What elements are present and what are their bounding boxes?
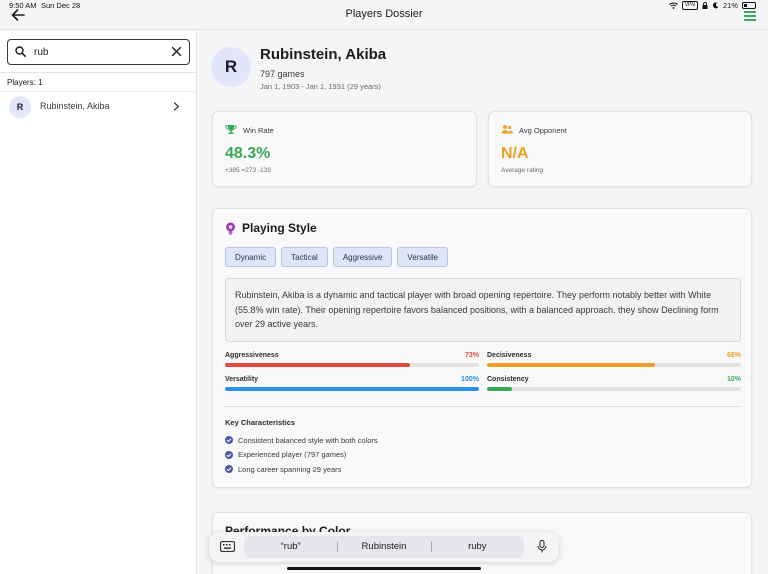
metric-track [487, 387, 741, 391]
status-bar: 9:50 AM Sun Dec 28 VPN 21% [0, 0, 768, 12]
metric-track [225, 363, 479, 367]
avg-opponent-sub: Average rating [501, 167, 544, 174]
sidebar-divider [0, 72, 196, 73]
home-indicator [287, 567, 481, 570]
keyboard-icon[interactable] [220, 541, 235, 552]
player-name-heading: Rubinstein, Akiba [260, 46, 387, 63]
player-detail: R Rubinstein, Akiba 797 games Jan 1, 190… [198, 31, 768, 574]
style-tag[interactable]: Aggressive [332, 247, 393, 267]
win-rate-card: Win Rate 48.3% +385 =273 -139 [212, 111, 477, 187]
avatar: R [211, 47, 251, 87]
check-circle-icon [225, 450, 233, 459]
characteristic-text: Experienced player (797 games) [238, 450, 347, 460]
characteristic-text: Consistent balanced style with both colo… [238, 435, 378, 445]
metric-fill [487, 363, 655, 367]
avg-opponent-card: Avg Opponent N/A Average rating [488, 111, 752, 187]
metric-value: 73% [464, 352, 479, 359]
sidebar: Players: 1 R Rubinstein, Akiba [0, 31, 197, 574]
check-circle-icon [225, 465, 233, 474]
avatar: R [9, 96, 31, 118]
suggestion-group: “rub” Rubinstein ruby [244, 536, 524, 558]
style-tag[interactable]: Versatile [397, 247, 449, 267]
win-record: +385 =273 -139 [225, 167, 271, 174]
metric-consistency: Consistency 10% [487, 376, 741, 396]
player-list-item[interactable]: R Rubinstein, Akiba [0, 95, 196, 119]
avg-opponent-value: N/A [501, 145, 529, 162]
style-tags: Dynamic Tactical Aggressive Versatile [225, 247, 449, 267]
clear-icon[interactable] [171, 46, 182, 57]
check-circle-icon [225, 436, 233, 445]
metric-label: Aggressiveness [225, 352, 279, 359]
people-icon [501, 125, 513, 134]
wifi-icon [668, 2, 678, 9]
metric-label: Decisiveness [487, 352, 532, 359]
win-rate-value: 48.3% [225, 145, 271, 162]
chevron-right-icon [173, 102, 180, 111]
metric-fill [487, 387, 513, 391]
career-dates: Jan 1, 1903 - Jan 1, 1931 (29 years) [260, 82, 381, 91]
vpn-badge: VPN [681, 1, 698, 10]
key-characteristics-title: Key Characteristics [225, 418, 296, 427]
metric-label: Consistency [487, 376, 529, 383]
suggestion-item[interactable]: ruby [430, 536, 524, 558]
status-time: 9:50 AM [9, 1, 37, 10]
list-item: Long career spanning 29 years [225, 462, 378, 477]
key-characteristics-list: Consistent balanced style with both colo… [225, 433, 378, 477]
suggestion-item[interactable]: “rub” [244, 536, 337, 558]
avg-opponent-label: Avg Opponent [519, 126, 567, 135]
microphone-icon[interactable] [537, 540, 547, 553]
metric-label: Versatility [225, 376, 259, 383]
metric-versatility: Versatility 100% [225, 376, 479, 396]
player-name: Rubinstein, Akiba [40, 101, 110, 111]
metric-aggressiveness: Aggressiveness 73% [225, 352, 479, 372]
characteristic-text: Long career spanning 29 years [238, 464, 342, 474]
keyboard-suggestion-bar: “rub” Rubinstein ruby [209, 532, 559, 562]
trophy-icon [225, 125, 237, 134]
playing-style-card: Playing Style Dynamic Tactical Aggressiv… [212, 208, 752, 488]
metric-track [225, 387, 479, 391]
battery-percent: 21% [722, 1, 738, 10]
sidebar-divider [0, 91, 196, 92]
list-menu-icon[interactable] [744, 11, 756, 21]
lock-icon [702, 2, 708, 9]
style-tag[interactable]: Tactical [281, 247, 328, 267]
list-item: Experienced player (797 games) [225, 448, 378, 463]
search-icon [15, 46, 26, 57]
moon-icon [712, 2, 719, 9]
metric-fill [225, 387, 479, 391]
playing-style-title: Playing Style [242, 221, 317, 235]
metric-track [487, 363, 741, 367]
battery-icon [742, 2, 756, 9]
metric-value: 10% [726, 376, 741, 383]
player-count: Players: 1 [7, 78, 43, 87]
style-description: Rubinstein, Akiba is a dynamic and tacti… [225, 278, 741, 342]
games-count: 797 games [260, 69, 305, 79]
style-tag[interactable]: Dynamic [225, 247, 277, 267]
search-box[interactable] [7, 39, 190, 65]
win-rate-label: Win Rate [243, 126, 274, 135]
suggestion-item[interactable]: Rubinstein [337, 536, 430, 558]
metric-value: 100% [461, 376, 479, 383]
search-input[interactable] [34, 44, 164, 60]
status-date: Sun Dec 28 [41, 1, 81, 10]
list-item: Consistent balanced style with both colo… [225, 433, 378, 448]
metric-decisiveness: Decisiveness 66% [487, 352, 741, 372]
metric-fill [225, 363, 411, 367]
divider [225, 406, 741, 407]
status-indicators: VPN 21% [668, 1, 756, 10]
metric-value: 66% [726, 352, 741, 359]
lightbulb-icon [226, 222, 235, 235]
